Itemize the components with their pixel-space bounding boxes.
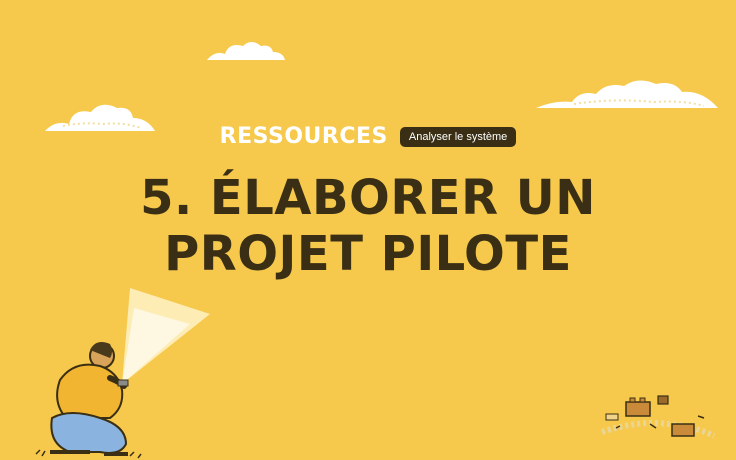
cloud-icon: [207, 42, 285, 60]
category-tag: Analyser le système: [399, 126, 517, 147]
section-label: RESSOURCES: [219, 124, 388, 149]
cloud-icon: [536, 80, 718, 108]
header: RESSOURCES Analyser le système: [0, 124, 736, 149]
person-with-flashlight-illustration: [35, 288, 210, 459]
scattered-blocks-illustration: [601, 395, 716, 439]
page-title: 5. ÉLABORER UN PROJET PILOTE: [0, 170, 736, 282]
title-line-1: 5. ÉLABORER UN: [140, 170, 596, 226]
